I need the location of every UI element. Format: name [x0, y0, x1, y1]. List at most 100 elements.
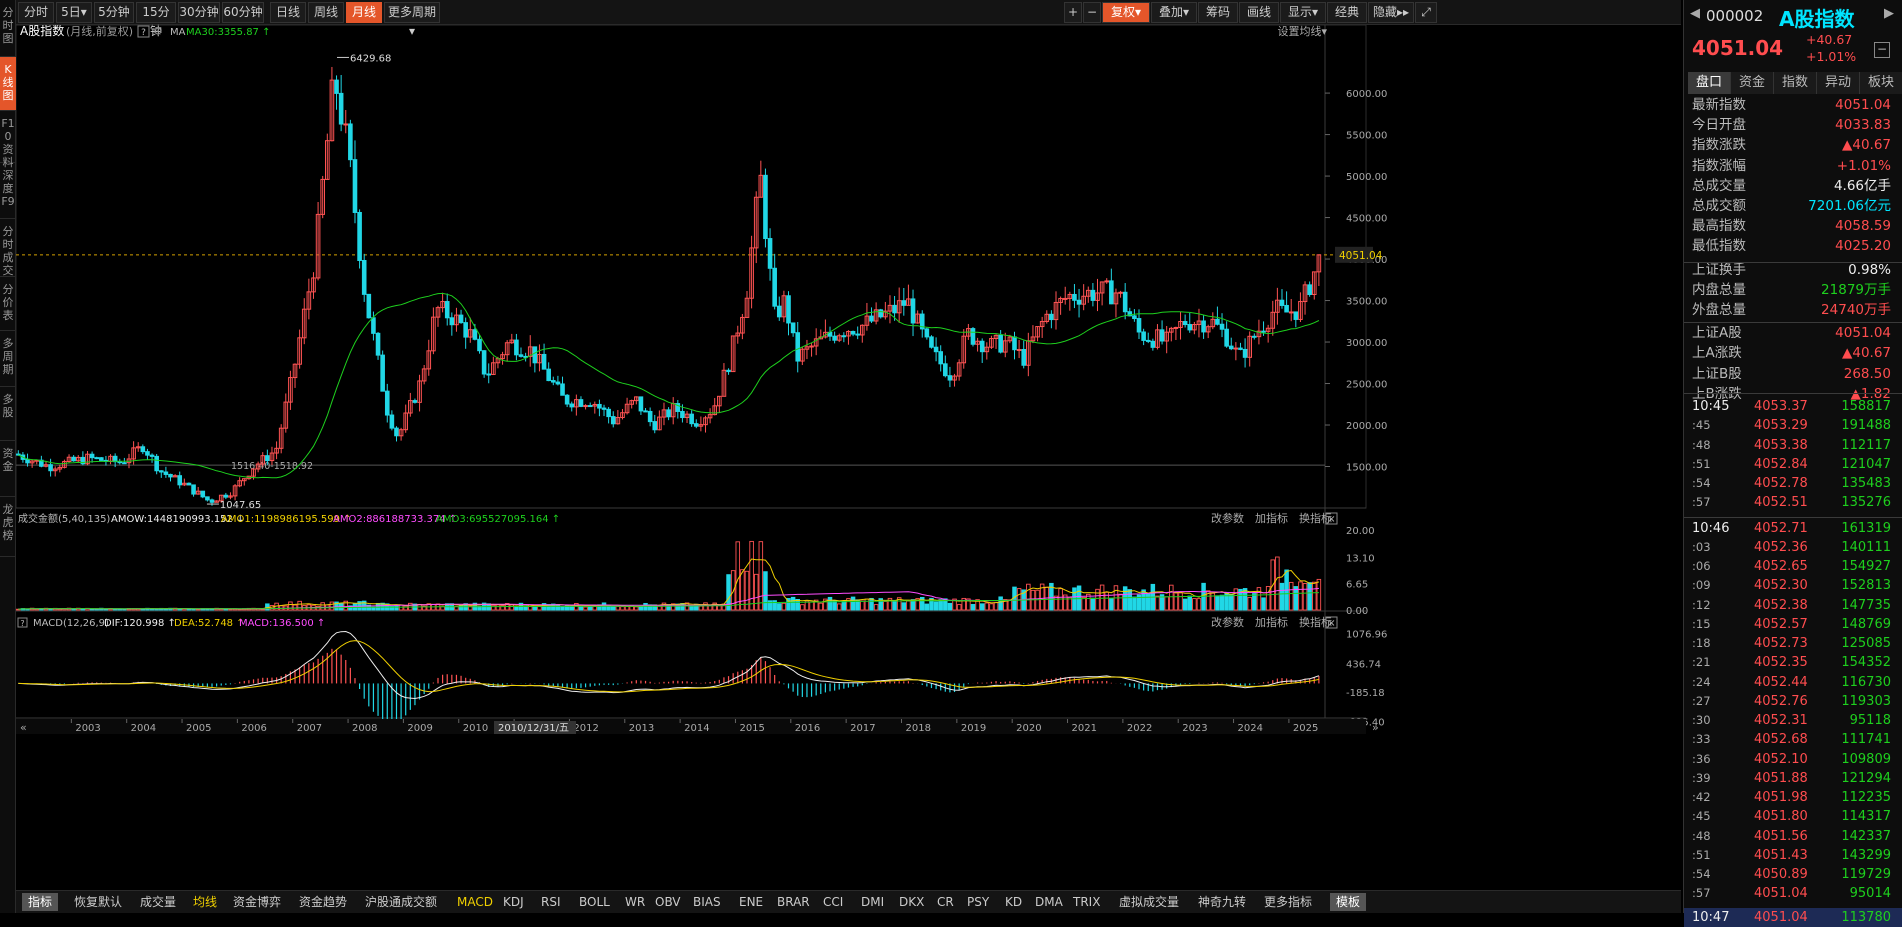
panel-button[interactable]: 加指标 — [1255, 511, 1288, 525]
indicator-tab[interactable]: DMI — [861, 893, 884, 911]
toolbar-button[interactable]: 显示▾ — [1280, 2, 1326, 23]
indicator-tab[interactable]: 虚拟成交量 — [1119, 893, 1179, 911]
stat-row: 指数涨幅 +1.01% — [1684, 156, 1902, 176]
quote-tab[interactable]: 板块 — [1860, 72, 1902, 94]
period-tab[interactable]: 分时 — [18, 2, 54, 23]
tick-row: :18 4052.73 125085 — [1684, 634, 1902, 653]
quote-tab[interactable]: 盘口 — [1688, 72, 1731, 94]
candle-body — [463, 322, 468, 338]
collapse-button[interactable]: − — [1874, 42, 1890, 58]
indicator-tab[interactable]: 资金趋势 — [299, 893, 347, 911]
indicator-tab[interactable]: 资金博弈 — [233, 893, 281, 911]
left-nav-item[interactable]: 分价表 — [0, 277, 16, 331]
indicator-tab[interactable]: 模板 — [1330, 893, 1367, 911]
toolbar-button[interactable]: ⤢ — [1415, 2, 1437, 23]
prev-arrow-icon[interactable]: ◀ — [1690, 6, 1700, 21]
panel-button[interactable]: 改参数 — [1211, 615, 1244, 629]
indicator-tab[interactable]: BOLL — [579, 893, 610, 911]
indicator-tab[interactable]: 指标 — [22, 893, 59, 911]
indicator-tab[interactable]: BRAR — [777, 893, 810, 911]
quote-tab[interactable]: 指数 — [1774, 72, 1817, 94]
scroll-right-icon[interactable]: » — [1372, 721, 1379, 734]
candle-body — [1215, 318, 1220, 325]
period-tab[interactable]: 更多周期▾ — [384, 2, 440, 38]
indicator-tab[interactable]: CCI — [823, 893, 843, 911]
left-nav-item[interactable]: 深度F9 — [0, 163, 16, 219]
candle-body — [790, 322, 796, 334]
toolbar-button[interactable]: 画线 — [1239, 2, 1279, 23]
left-nav-item[interactable]: 分时图 — [0, 0, 16, 57]
period-tab[interactable]: 30分钟 — [178, 2, 220, 23]
tick-time: :51 — [1692, 456, 1711, 471]
tick-time: :48 — [1692, 437, 1711, 452]
scroll-left-icon[interactable]: « — [20, 721, 27, 734]
chart-area[interactable]: A股指数 (月线,前复权)? ⚙ MA MA30:3355.87 ↑ 设置均线▾ 6000.… — [15, 23, 1681, 887]
amount-bar — [989, 603, 994, 611]
panel-button[interactable]: 改参数 — [1211, 511, 1244, 525]
candle-body — [449, 317, 455, 326]
indicator-tab[interactable]: MACD — [457, 893, 493, 911]
candle-body — [767, 238, 773, 269]
quote-tab[interactable]: 异动 — [1817, 72, 1860, 94]
indicator-tab[interactable]: 成交量 — [140, 893, 176, 911]
period-tab[interactable]: 月线 — [346, 2, 382, 23]
left-nav-item[interactable]: F10资料 — [0, 111, 16, 169]
stat-label: 总成交量 — [1692, 177, 1746, 194]
candle-body — [486, 373, 492, 376]
indicator-tab[interactable]: KD — [1005, 893, 1022, 911]
indicator-tab[interactable]: WR — [625, 893, 645, 911]
indicator-tab[interactable]: 恢复默认 — [74, 893, 122, 911]
left-nav-item[interactable]: 龙虎榜 — [0, 497, 16, 557]
tick-price: 4052.68 — [1754, 732, 1808, 748]
amount-bar — [836, 603, 842, 611]
period-tab[interactable]: 日线 — [270, 2, 306, 23]
left-nav-item[interactable]: 分时成交 — [0, 219, 16, 277]
indicator-tab[interactable]: PSY — [967, 893, 989, 911]
period-tab[interactable]: 15分钟 — [136, 2, 176, 38]
period-tab[interactable]: 5分钟 — [94, 2, 134, 23]
tick-price: 4052.73 — [1754, 636, 1808, 651]
candle-body — [352, 159, 358, 213]
toolbar-button[interactable]: 隐藏▸▸ — [1368, 2, 1414, 23]
toolbar-button[interactable]: − — [1083, 2, 1101, 23]
tick-row: :03 4052.36 140111 — [1684, 538, 1902, 557]
left-nav-item[interactable]: 多股 — [0, 387, 16, 441]
left-nav-item[interactable]: 多周期 — [0, 331, 16, 387]
indicator-tab[interactable]: TRIX — [1073, 893, 1100, 911]
period-tab[interactable]: 60分钟 — [222, 2, 264, 23]
panel-button[interactable]: 加指标 — [1255, 615, 1288, 629]
quote-tab[interactable]: 资金 — [1731, 72, 1774, 94]
period-tab[interactable]: 周线 — [308, 2, 344, 23]
toolbar-button[interactable]: 筹码 — [1198, 2, 1238, 23]
stat-value: ▲40.67 — [1841, 137, 1891, 154]
tick-row: :45 4051.80 114317 — [1684, 807, 1902, 826]
indicator-tab[interactable]: KDJ — [503, 893, 524, 911]
candle-body — [168, 473, 173, 478]
left-nav-item[interactable]: 资金 — [0, 441, 16, 497]
indicator-tab[interactable]: ENE — [739, 893, 763, 911]
tick-row: :21 4052.35 154352 — [1684, 653, 1902, 672]
indicator-tab[interactable]: CR — [937, 893, 954, 911]
kline-chart-svg[interactable]: A股指数 (月线,前复权)? ⚙ MA MA30:3355.87 ↑ 设置均线▾ 6000.… — [15, 23, 1681, 887]
next-arrow-icon[interactable]: ▶ — [1884, 6, 1894, 21]
stat-row: 最高指数 4058.59 — [1684, 216, 1902, 236]
indicator-tab[interactable]: DMA — [1035, 893, 1063, 911]
indicator-tab[interactable]: RSI — [541, 893, 561, 911]
indicator-tab[interactable]: 沪股通成交额 — [365, 893, 437, 911]
indicator-tab[interactable]: DKX — [899, 893, 924, 911]
indicator-tab[interactable]: OBV — [655, 893, 681, 911]
toolbar-button[interactable]: 经典 — [1327, 2, 1367, 23]
toolbar-button[interactable]: 复权▾ — [1102, 2, 1150, 23]
amount-bar — [1173, 591, 1179, 611]
amount-bar — [615, 605, 621, 611]
left-nav-item[interactable]: K线图 — [0, 57, 16, 111]
indicator-tab[interactable]: 更多指标 — [1264, 893, 1312, 911]
indicator-tab[interactable]: 神奇九转 — [1198, 893, 1246, 911]
indicator-tab[interactable]: BIAS — [693, 893, 721, 911]
toolbar-button[interactable]: 叠加▾ — [1151, 2, 1197, 23]
toolbar-button[interactable]: + — [1064, 2, 1082, 23]
indicator-tab[interactable]: 均线 — [193, 893, 217, 911]
x-axis-label: 2009 — [407, 723, 432, 734]
period-tab[interactable]: 5日▾ — [56, 2, 92, 23]
candle-body — [458, 314, 464, 324]
